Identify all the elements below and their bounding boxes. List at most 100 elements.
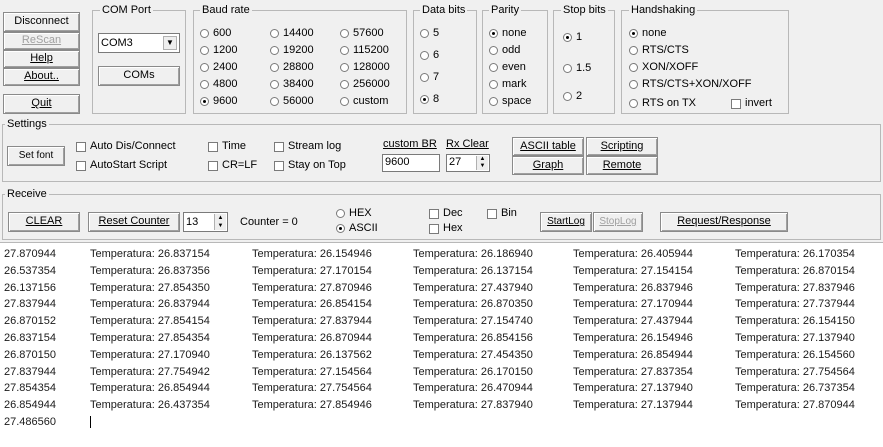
- time-box[interactable]: [208, 141, 218, 152]
- ascii-table-button[interactable]: ASCII table: [512, 137, 584, 156]
- baud-radio-256000-dot[interactable]: [340, 80, 349, 89]
- data-bits-radio-7[interactable]: 7: [420, 71, 439, 84]
- auto-dis-connect-checkbox[interactable]: Auto Dis/Connect: [76, 140, 176, 153]
- stream-log-box[interactable]: [274, 141, 284, 152]
- baud-radio-14400[interactable]: 14400: [270, 27, 314, 40]
- baud-radio-256000[interactable]: 256000: [340, 78, 390, 91]
- handshaking-radio-none[interactable]: none: [629, 27, 666, 40]
- baud-radio-56000[interactable]: 56000: [270, 95, 314, 108]
- spinner-arrows-icon[interactable]: ▲ ▼: [214, 214, 226, 230]
- custom-br-input[interactable]: 9600: [382, 154, 440, 172]
- handshaking-radio-rts-on-tx[interactable]: RTS on TX: [629, 97, 696, 110]
- baud-radio-2400-dot[interactable]: [200, 63, 209, 72]
- handshaking-radio-rts-cts-xon-xoff[interactable]: RTS/CTS+XON/XOFF: [629, 78, 752, 91]
- auto-dis-connect-box[interactable]: [76, 141, 86, 152]
- startlog-button[interactable]: StartLog: [540, 212, 592, 232]
- reset-counter-button[interactable]: Reset Counter: [88, 212, 180, 232]
- data-bits-radio-5-dot[interactable]: [420, 29, 429, 38]
- handshaking-radio-rts-cts-dot[interactable]: [629, 46, 638, 55]
- clear-button[interactable]: CLEAR: [8, 212, 80, 232]
- ascii-radio[interactable]: ASCII: [336, 222, 378, 235]
- stop-bits-radio-1[interactable]: 1: [563, 31, 582, 44]
- hex-radio[interactable]: HEX: [336, 207, 372, 220]
- remote-button[interactable]: Remote: [586, 156, 658, 175]
- baud-radio-57600-dot[interactable]: [340, 29, 349, 38]
- baud-radio-19200-dot[interactable]: [270, 46, 279, 55]
- baud-radio-4800[interactable]: 4800: [200, 78, 237, 91]
- ascii-radio-dot[interactable]: [336, 224, 345, 233]
- parity-radio-mark[interactable]: mark: [489, 78, 526, 91]
- baud-radio-38400-dot[interactable]: [270, 80, 279, 89]
- about-button[interactable]: About..: [3, 68, 80, 86]
- baud-radio-custom-dot[interactable]: [340, 97, 349, 106]
- quit-button[interactable]: Quit: [3, 94, 80, 114]
- rescan-button[interactable]: ReScan: [3, 32, 80, 50]
- help-button[interactable]: Help: [3, 50, 80, 68]
- baud-radio-custom[interactable]: custom: [340, 95, 388, 108]
- stay-on-top-checkbox[interactable]: Stay on Top: [274, 159, 346, 172]
- handshaking-radio-xon-xoff[interactable]: XON/XOFF: [629, 61, 698, 74]
- data-bits-radio-8[interactable]: 8: [420, 93, 439, 106]
- parity-radio-space[interactable]: space: [489, 95, 531, 108]
- baud-radio-128000[interactable]: 128000: [340, 61, 390, 74]
- counter-spinner[interactable]: 13 ▲ ▼: [183, 212, 228, 232]
- parity-radio-odd-dot[interactable]: [489, 46, 498, 55]
- baud-radio-9600-dot[interactable]: [200, 97, 209, 106]
- data-bits-radio-5[interactable]: 5: [420, 27, 439, 40]
- baud-radio-600[interactable]: 600: [200, 27, 231, 40]
- baud-radio-38400[interactable]: 38400: [270, 78, 314, 91]
- parity-radio-space-dot[interactable]: [489, 97, 498, 106]
- baud-radio-56000-dot[interactable]: [270, 97, 279, 106]
- set-font-button[interactable]: Set font: [7, 146, 65, 166]
- bin-box[interactable]: [487, 208, 497, 219]
- bin-checkbox[interactable]: Bin: [487, 207, 517, 220]
- request-response-button[interactable]: Request/Response: [660, 212, 788, 232]
- cr-lf-box[interactable]: [208, 160, 218, 171]
- hex-radio-dot[interactable]: [336, 209, 345, 218]
- baud-radio-14400-dot[interactable]: [270, 29, 279, 38]
- stoplog-button[interactable]: StopLog: [593, 212, 643, 232]
- stop-bits-radio-2-dot[interactable]: [563, 92, 572, 101]
- parity-radio-none[interactable]: none: [489, 27, 526, 40]
- autostart-script-checkbox[interactable]: AutoStart Script: [76, 159, 167, 172]
- stay-on-top-box[interactable]: [274, 160, 284, 171]
- baud-radio-1200[interactable]: 1200: [200, 44, 237, 57]
- baud-radio-19200[interactable]: 19200: [270, 44, 314, 57]
- baud-radio-115200[interactable]: 115200: [340, 44, 389, 57]
- hex-box[interactable]: [429, 223, 439, 234]
- graph-button[interactable]: Graph: [512, 156, 584, 175]
- parity-radio-even-dot[interactable]: [489, 63, 498, 72]
- data-bits-radio-6[interactable]: 6: [420, 49, 439, 62]
- baud-radio-9600[interactable]: 9600: [200, 95, 237, 108]
- hex-checkbox[interactable]: Hex: [429, 222, 463, 235]
- invert-checkbox[interactable]: invert: [731, 97, 772, 110]
- stream-log-checkbox[interactable]: Stream log: [274, 140, 341, 153]
- time-checkbox[interactable]: Time: [208, 140, 246, 153]
- data-bits-radio-7-dot[interactable]: [420, 73, 429, 82]
- com-port-select[interactable]: COM3 ▼: [98, 33, 180, 53]
- baud-radio-2400[interactable]: 2400: [200, 61, 237, 74]
- autostart-script-box[interactable]: [76, 160, 86, 171]
- coms-button[interactable]: COMs: [98, 66, 180, 86]
- baud-radio-28800-dot[interactable]: [270, 63, 279, 72]
- baud-radio-115200-dot[interactable]: [340, 46, 349, 55]
- baud-radio-1200-dot[interactable]: [200, 46, 209, 55]
- handshaking-radio-rts-cts-xon-xoff-dot[interactable]: [629, 80, 638, 89]
- parity-radio-odd[interactable]: odd: [489, 44, 520, 57]
- disconnect-button[interactable]: Disconnect: [3, 12, 80, 32]
- baud-radio-57600[interactable]: 57600: [340, 27, 384, 40]
- handshaking-radio-none-dot[interactable]: [629, 29, 638, 38]
- handshaking-radio-xon-xoff-dot[interactable]: [629, 63, 638, 72]
- stop-bits-radio-2[interactable]: 2: [563, 90, 582, 103]
- data-bits-radio-6-dot[interactable]: [420, 51, 429, 60]
- stop-bits-radio-1-5-dot[interactable]: [563, 64, 572, 73]
- parity-radio-even[interactable]: even: [489, 61, 526, 74]
- stop-bits-radio-1-5[interactable]: 1.5: [563, 62, 591, 75]
- rx-clear-input[interactable]: 27 ▲ ▼: [446, 154, 490, 172]
- baud-radio-600-dot[interactable]: [200, 29, 209, 38]
- dec-box[interactable]: [429, 208, 439, 219]
- stop-bits-radio-1-dot[interactable]: [563, 33, 572, 42]
- dec-checkbox[interactable]: Dec: [429, 207, 463, 220]
- baud-radio-128000-dot[interactable]: [340, 63, 349, 72]
- invert-box[interactable]: [731, 98, 741, 109]
